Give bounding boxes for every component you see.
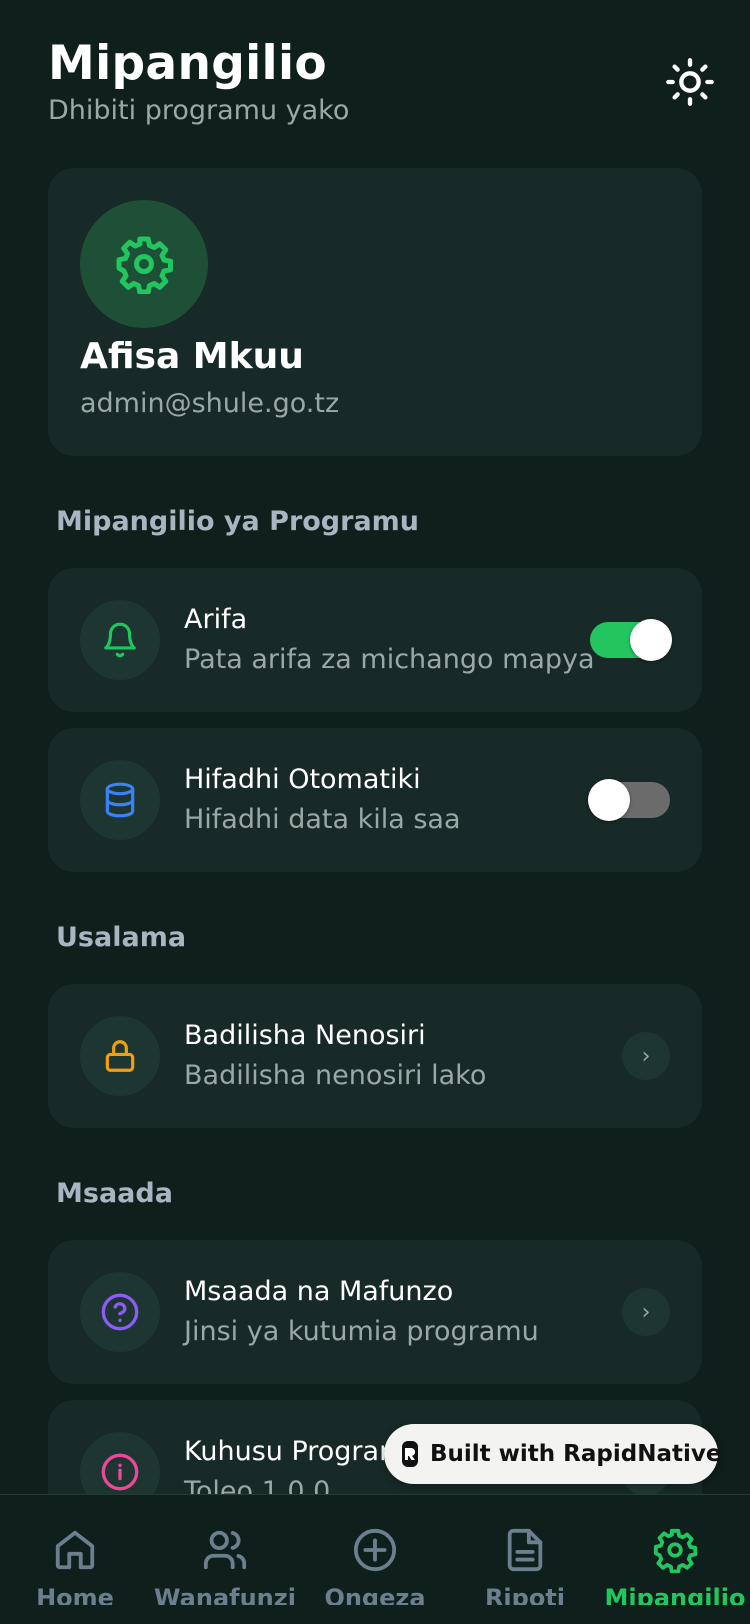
settings-row-notifications: Arifa Pata arifa za michango mapya bbox=[48, 568, 702, 712]
avatar bbox=[80, 200, 208, 328]
tab-ripoti[interactable]: Ripoti bbox=[450, 1495, 600, 1624]
profile-email: admin@shule.go.tz bbox=[80, 388, 340, 419]
tab-label: Ongeza bbox=[324, 1584, 426, 1605]
section-title-help: Msaada bbox=[56, 1178, 173, 1209]
row-icon-wrapper bbox=[80, 1016, 160, 1096]
profile-card: Afisa Mkuu admin@shule.go.tz bbox=[48, 168, 702, 456]
page-subtitle: Dhibiti programu yako bbox=[48, 95, 350, 126]
lock-icon bbox=[105, 1040, 135, 1072]
info-icon bbox=[101, 1453, 139, 1491]
bell-icon bbox=[104, 622, 136, 658]
row-title: Badilisha Nenosiri bbox=[184, 1020, 426, 1051]
row-subtitle: Hifadhi data kila saa bbox=[184, 804, 461, 835]
bottom-tab-bar: Home Wanafunzi Ongeza Ripoti Mipangilio bbox=[0, 1494, 750, 1624]
sun-icon bbox=[666, 58, 714, 106]
tab-mipangilio[interactable]: Mipangilio bbox=[600, 1495, 750, 1624]
gear-icon bbox=[653, 1528, 698, 1573]
tab-ongeza[interactable]: Ongeza bbox=[300, 1495, 450, 1624]
settings-row-password[interactable]: Badilisha Nenosiri Badilisha nenosiri la… bbox=[48, 984, 702, 1128]
notifications-toggle[interactable] bbox=[590, 619, 672, 661]
row-title: Arifa bbox=[184, 604, 248, 635]
row-subtitle: Jinsi ya kutumia programu bbox=[184, 1316, 539, 1347]
settings-row-autosave: Hifadhi Otomatiki Hifadhi data kila saa bbox=[48, 728, 702, 872]
theme-toggle-button[interactable] bbox=[664, 56, 716, 108]
row-title: Hifadhi Otomatiki bbox=[184, 764, 421, 795]
document-icon bbox=[507, 1528, 543, 1572]
toggle-knob bbox=[588, 779, 630, 821]
home-icon bbox=[55, 1530, 95, 1570]
profile-name: Afisa Mkuu bbox=[80, 336, 304, 377]
chevron-right-icon[interactable]: › bbox=[622, 1288, 670, 1336]
page-title: Mipangilio bbox=[48, 36, 327, 91]
tab-home[interactable]: Home bbox=[0, 1495, 150, 1624]
settings-screen: Mipangilio Dhibiti programu yako Afisa M… bbox=[0, 0, 750, 1624]
toggle-knob bbox=[630, 619, 672, 661]
section-title-security: Usalama bbox=[56, 922, 187, 953]
chevron-right-icon[interactable]: › bbox=[622, 1032, 670, 1080]
page-header: Mipangilio Dhibiti programu yako bbox=[48, 36, 710, 126]
users-icon bbox=[203, 1530, 247, 1570]
gear-icon bbox=[116, 236, 173, 294]
plus-circle-icon bbox=[353, 1528, 397, 1572]
tab-label: Wanafunzi bbox=[154, 1584, 296, 1605]
badge-text: Built with RapidNative bbox=[430, 1441, 722, 1467]
help-circle-icon bbox=[101, 1293, 139, 1331]
built-with-badge[interactable]: Built with RapidNative bbox=[384, 1424, 722, 1484]
tab-label: Mipangilio bbox=[604, 1584, 746, 1605]
row-icon-wrapper bbox=[80, 1272, 160, 1352]
rapidnative-logo-icon bbox=[402, 1441, 418, 1467]
autosave-toggle[interactable] bbox=[588, 779, 670, 821]
database-icon bbox=[105, 782, 135, 818]
section-title-app: Mipangilio ya Programu bbox=[56, 506, 420, 537]
row-title: Msaada na Mafunzo bbox=[184, 1276, 454, 1307]
settings-row-tutorials[interactable]: Msaada na Mafunzo Jinsi ya kutumia progr… bbox=[48, 1240, 702, 1384]
tab-label: Home bbox=[36, 1584, 114, 1605]
row-icon-wrapper bbox=[80, 600, 160, 680]
row-icon-wrapper bbox=[80, 760, 160, 840]
tab-wanafunzi[interactable]: Wanafunzi bbox=[150, 1495, 300, 1624]
row-subtitle: Pata arifa za michango mapya bbox=[184, 644, 595, 675]
row-subtitle: Badilisha nenosiri lako bbox=[184, 1060, 487, 1091]
tab-label: Ripoti bbox=[484, 1584, 566, 1605]
